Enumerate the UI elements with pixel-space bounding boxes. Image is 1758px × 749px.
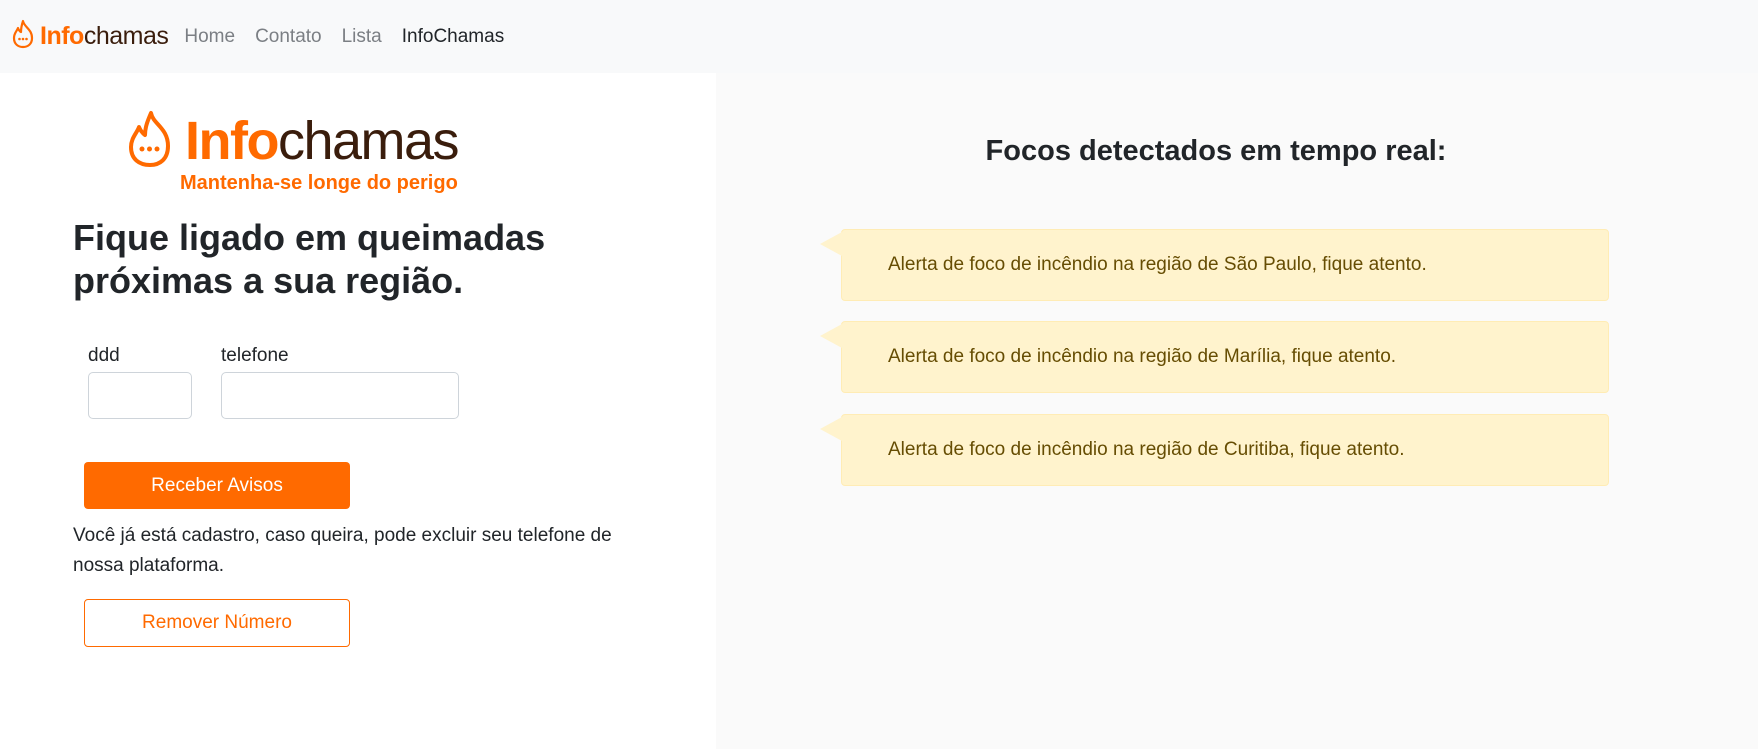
ddd-label: ddd	[88, 345, 120, 366]
headline: Fique ligado em queimadas próximas a sua…	[73, 217, 546, 301]
navbar-brand-text: Infochamas	[40, 22, 169, 51]
nav-links: Home Contato Lista InfoChamas	[184, 26, 524, 48]
navbar: Infochamas Home Contato Lista InfoChamas	[0, 0, 1758, 73]
alert-item: Alerta de foco de incêndio na região de …	[820, 321, 1609, 393]
ddd-input[interactable]	[88, 372, 192, 419]
main-logo: Infochamas Mantenha-se longe do perigo	[125, 110, 465, 194]
receber-avisos-button[interactable]: Receber Avisos	[84, 462, 350, 509]
alert-text: Alerta de foco de incêndio na região de …	[888, 346, 1397, 367]
flame-logo-large-icon	[125, 110, 175, 175]
telefone-label: telefone	[221, 345, 289, 366]
navbar-brand[interactable]: Infochamas	[10, 19, 169, 54]
registered-info-text: Você já está cadastro, caso queira, pode…	[73, 525, 612, 576]
alert-item: Alerta de foco de incêndio na região de …	[820, 229, 1609, 301]
remover-numero-button[interactable]: Remover Número	[84, 599, 350, 647]
alert-text: Alerta de foco de incêndio na região de …	[888, 254, 1427, 275]
telefone-input[interactable]	[221, 372, 459, 419]
nav-link-lista[interactable]: Lista	[342, 26, 382, 48]
alert-text: Alerta de foco de incêndio na região de …	[888, 439, 1405, 460]
brand-chamas: chamas	[83, 22, 169, 50]
nav-link-contato[interactable]: Contato	[255, 26, 322, 48]
nav-link-infochamas[interactable]: InfoChamas	[402, 26, 504, 48]
logo-info: Info	[185, 111, 279, 171]
logo-wordmark: Infochamas	[185, 111, 460, 171]
signup-panel: Infochamas Mantenha-se longe do perigo F…	[0, 73, 716, 749]
logo-slogan: Mantenha-se longe do perigo	[180, 172, 458, 194]
flame-logo-icon	[10, 19, 36, 54]
focos-panel: Focos detectados em tempo real: Alerta d…	[716, 73, 1758, 749]
brand-info: Info	[40, 22, 84, 50]
focos-title: Focos detectados em tempo real:	[985, 135, 1447, 167]
nav-link-home[interactable]: Home	[184, 26, 235, 48]
alert-item: Alerta de foco de incêndio na região de …	[820, 414, 1609, 486]
logo-chamas: chamas	[277, 111, 460, 171]
